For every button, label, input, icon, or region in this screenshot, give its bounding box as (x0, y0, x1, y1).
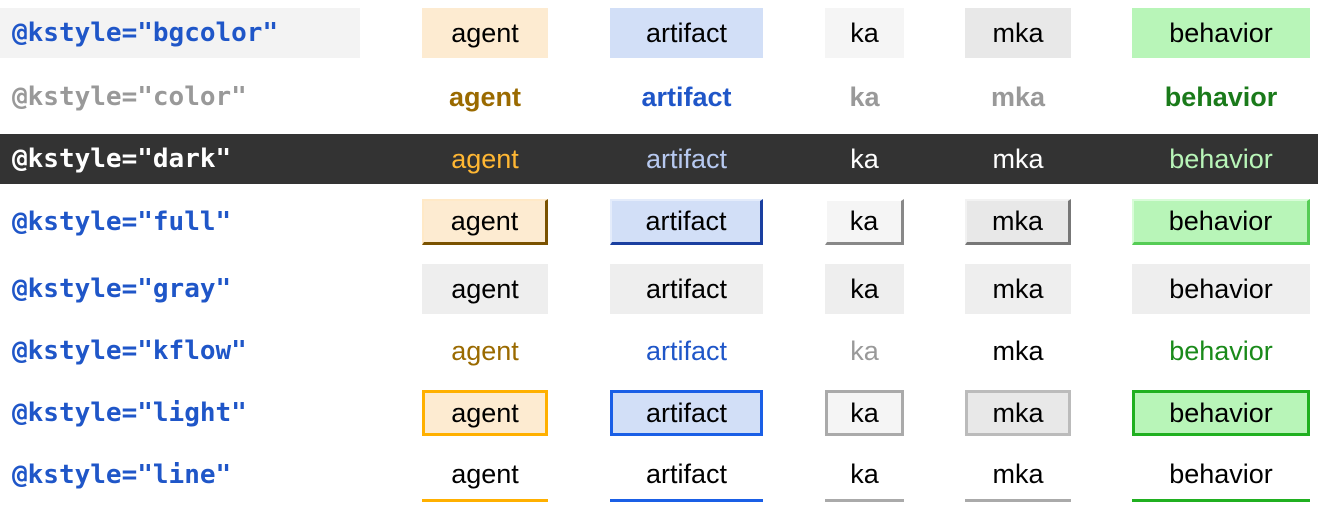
kstyle-name: kstyle="bgcolor" (27, 18, 279, 48)
artifact-chip: artifact (645, 143, 728, 174)
at-prefix: @ (12, 336, 28, 366)
agent-chip: agent (422, 264, 548, 314)
ka-chip: ka (849, 81, 880, 112)
behavior-chip: behavior (1169, 335, 1273, 366)
agent-chip: agent (422, 390, 548, 436)
mka-chip: mka (965, 264, 1071, 314)
agent-chip: agent (451, 335, 519, 366)
artifact-chip: artifact (610, 390, 763, 436)
agent-chip: agent (422, 8, 548, 58)
ka-chip: ka (825, 264, 904, 314)
kstyle-name: kstyle="light" (27, 398, 247, 428)
behavior-chip: behavior (1132, 199, 1310, 245)
mka-chip: mka (965, 199, 1071, 245)
kstyle-row-line: @kstyle="line" agent artifact ka mka behavior (0, 450, 1318, 502)
kstyle-name: kstyle="kflow" (27, 336, 247, 366)
kstyle-code-label: @kstyle="dark" (12, 134, 231, 184)
kstyle-row-gray: @kstyle="gray" agent artifact ka mka behavior (0, 264, 1318, 314)
kstyle-code-label: @kstyle="full" (12, 197, 231, 247)
behavior-chip: behavior (1132, 264, 1310, 314)
artifact-chip: artifact (610, 199, 763, 245)
at-prefix: @ (12, 398, 28, 428)
mka-chip: mka (992, 335, 1044, 366)
kstyle-name: kstyle="line" (27, 460, 232, 490)
kstyle-code-label: @kstyle="line" (12, 450, 231, 500)
mka-chip: mka (992, 143, 1044, 174)
behavior-chip: behavior (1132, 450, 1310, 502)
kstyle-code-label: @kstyle="color" (12, 72, 247, 122)
agent-chip: agent (422, 450, 548, 502)
ka-chip: ka (825, 8, 904, 58)
ka-chip: ka (825, 199, 904, 245)
behavior-chip: behavior (1132, 390, 1310, 436)
at-prefix: @ (12, 82, 28, 112)
at-prefix: @ (12, 144, 28, 174)
mka-chip: mka (990, 81, 1046, 112)
behavior-chip: behavior (1169, 143, 1273, 174)
ka-chip: ka (825, 450, 904, 502)
at-prefix: @ (12, 460, 28, 490)
mka-chip: mka (965, 390, 1071, 436)
mka-chip: mka (965, 450, 1071, 502)
artifact-chip: artifact (610, 450, 763, 502)
kstyle-code-label: @kstyle="light" (12, 388, 247, 438)
behavior-chip: behavior (1132, 8, 1310, 58)
kstyle-row-dark: @kstyle="dark" agent artifact ka mka behavior (0, 134, 1318, 184)
kstyle-row-bgcolor: @kstyle="bgcolor" agent artifact ka mka behav… (0, 8, 1318, 58)
agent-chip: agent (451, 143, 519, 174)
agent-chip: agent (422, 199, 548, 245)
at-prefix: @ (12, 207, 28, 237)
kstyle-code-label: @kstyle="bgcolor" (12, 8, 278, 58)
kstyle-row-light: @kstyle="light" agent artifact ka mka behavio… (0, 388, 1318, 438)
kstyle-name: kstyle="full" (27, 207, 232, 237)
kstyle-row-kflow: @kstyle="kflow" agent artifact ka mka behavio… (0, 326, 1318, 376)
behavior-chip: behavior (1164, 81, 1278, 112)
ka-chip: ka (850, 335, 879, 366)
kstyle-name: kstyle="color" (27, 82, 247, 112)
kstyle-code-label: @kstyle="kflow" (12, 326, 247, 376)
at-prefix: @ (12, 274, 28, 304)
kstyle-code-label: @kstyle="gray" (12, 264, 231, 314)
kstyle-name: kstyle="dark" (27, 144, 232, 174)
at-prefix: @ (12, 18, 28, 48)
agent-chip: agent (448, 81, 521, 112)
artifact-chip: artifact (645, 335, 728, 366)
ka-chip: ka (825, 390, 904, 436)
ka-chip: ka (850, 143, 879, 174)
kstyle-name: kstyle="gray" (27, 274, 232, 304)
kstyle-row-color: @kstyle="color" agent artifact ka mka behavio… (0, 72, 1318, 122)
artifact-chip: artifact (610, 8, 763, 58)
mka-chip: mka (965, 8, 1071, 58)
artifact-chip: artifact (610, 264, 763, 314)
kstyle-row-full: @kstyle="full" agent artifact ka mka behavior (0, 197, 1318, 247)
artifact-chip: artifact (641, 81, 732, 112)
